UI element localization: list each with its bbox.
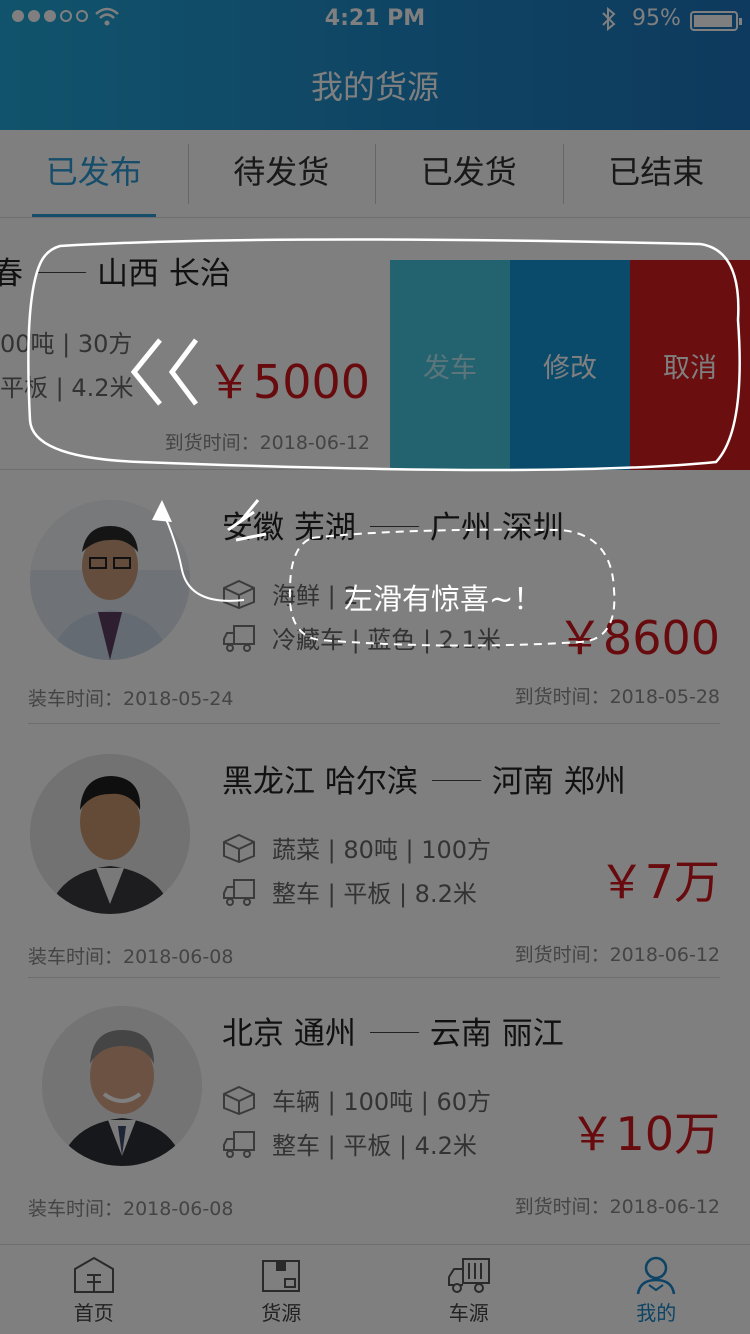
user-icon [637, 1256, 676, 1295]
load-time: 装车时间：2018-06-08 [28, 946, 234, 968]
truck-info: 整车 | 平板 | 4.2米 [222, 1126, 477, 1161]
bluetooth-icon [600, 6, 618, 38]
route: 春 山西 长治 [0, 248, 231, 293]
route-from: 安徽 芜湖 [222, 510, 356, 546]
nav-home-label: 首页 [73, 1301, 114, 1325]
cargo-info: 00吨 | 30方 [0, 330, 133, 358]
cargo-info: 海鲜 | 2 [222, 576, 359, 611]
status-bar: 4:21 PM 95% [0, 0, 750, 40]
status-tabs: 已发布 待发货 已发货 已结束 [0, 130, 750, 218]
truck-text: 整车 | 平板 | 4.2米 [272, 1132, 477, 1160]
cargo-list: 春 山西 长治 00吨 | 30方 平板 | 4.2米 ￥5000 到货时间：2… [0, 218, 750, 1244]
cargo-info: 车辆 | 100吨 | 60方 [222, 1082, 491, 1117]
divider [28, 723, 720, 724]
route-to: 云南 丽江 [429, 1016, 564, 1052]
load-time: 装车时间：2018-05-24 [28, 688, 234, 710]
tab-pending-shipment[interactable]: 待发货 [187, 130, 376, 217]
nav-mine[interactable]: 我的 [563, 1245, 750, 1334]
load-time: 装车时间：2018-06-08 [28, 1198, 234, 1220]
nav-home[interactable]: 首页 [0, 1245, 188, 1334]
truck-icon [223, 1130, 255, 1158]
tab-published[interactable]: 已发布 [0, 130, 188, 217]
cargo-text: 车辆 | 100吨 | 60方 [272, 1088, 492, 1116]
truck-text: 整车 | 平板 | 8.2米 [272, 880, 477, 908]
route-from: 春 [0, 256, 23, 292]
tab-ended[interactable]: 已结束 [562, 130, 750, 217]
price: ￥7万 [598, 855, 720, 909]
arrive-time: 到货时间：2018-06-12 [514, 944, 720, 966]
arrow-right-icon [37, 266, 83, 276]
route: 北京 通州 云南 丽江 [222, 1008, 564, 1053]
route: 安徽 芜湖 广州 深圳 [222, 502, 564, 547]
arrive-time: 到货时间：2018-06-12 [514, 1196, 720, 1218]
battery-icon [690, 11, 742, 31]
route-from: 北京 通州 [222, 1016, 356, 1052]
nav-mine-label: 我的 [636, 1301, 677, 1325]
truck-info: 冷藏车 | 蓝色 | 2.1米 [222, 620, 501, 655]
bottom-nav: 首页 货源 车源 我的 [0, 1244, 750, 1334]
arrow-right-icon [369, 1026, 416, 1036]
arrow-right-icon [431, 774, 478, 784]
nav-trucks[interactable]: 车源 [375, 1245, 563, 1334]
avatar [42, 1006, 202, 1166]
truck-icon [223, 624, 255, 652]
avatar [30, 754, 190, 914]
arrive-time: 到货时间：2018-06-12 [164, 432, 370, 454]
price: ￥5000 [206, 355, 370, 409]
route: 黑龙江 哈尔滨 河南 郑州 [222, 756, 626, 801]
cargo-icon [262, 1260, 301, 1292]
arrive-time: 到货时间：2018-05-28 [514, 686, 720, 708]
cargo-info: 蔬菜 | 80吨 | 100方 [222, 830, 491, 865]
list-item[interactable]: 北京 通州 云南 丽江 车辆 | 100吨 | 60方 整车 | 平板 | 4.… [0, 978, 750, 1230]
arrow-right-icon [369, 520, 416, 530]
cancel-button[interactable]: 取消 [630, 260, 750, 470]
box-icon [223, 1085, 255, 1115]
battery-percent: 95% [632, 6, 681, 31]
truck-icon [447, 1258, 490, 1293]
route-from: 黑龙江 哈尔滨 [222, 764, 418, 800]
nav-trucks-label: 车源 [448, 1301, 489, 1325]
truck-text: 冷藏车 | 蓝色 | 2.1米 [272, 626, 501, 654]
list-item[interactable]: 黑龙江 哈尔滨 河南 郑州 蔬菜 | 80吨 | 100方 整车 | 平板 | … [0, 726, 750, 978]
tab-shipped[interactable]: 已发货 [375, 130, 563, 217]
truck-info: 平板 | 4.2米 [0, 374, 134, 402]
app-header: 4:21 PM 95% 我的货源 [0, 0, 750, 130]
divider [0, 469, 390, 470]
nav-cargo[interactable]: 货源 [188, 1245, 376, 1334]
home-icon [73, 1256, 114, 1293]
guide-text: 左滑有惊喜~！ [344, 582, 543, 616]
edit-button[interactable]: 修改 [510, 260, 630, 470]
box-icon [223, 833, 255, 863]
price: ￥8600 [556, 611, 720, 665]
route-to: 河南 郑州 [491, 764, 626, 800]
nav-cargo-label: 货源 [261, 1301, 302, 1325]
truck-icon [223, 878, 255, 906]
box-icon [223, 579, 255, 609]
avatar [30, 500, 190, 660]
price: ￥10万 [569, 1107, 720, 1161]
cargo-text: 蔬菜 | 80吨 | 100方 [272, 836, 492, 864]
route-to: 广州 深圳 [429, 510, 564, 546]
truck-info: 整车 | 平板 | 8.2米 [222, 874, 477, 909]
route-to: 山西 长治 [97, 256, 231, 292]
depart-button[interactable]: 发车 [390, 260, 510, 470]
list-item-swiped[interactable]: 春 山西 长治 00吨 | 30方 平板 | 4.2米 ￥5000 到货时间：2… [0, 218, 750, 470]
page-title: 我的货源 [310, 68, 439, 106]
